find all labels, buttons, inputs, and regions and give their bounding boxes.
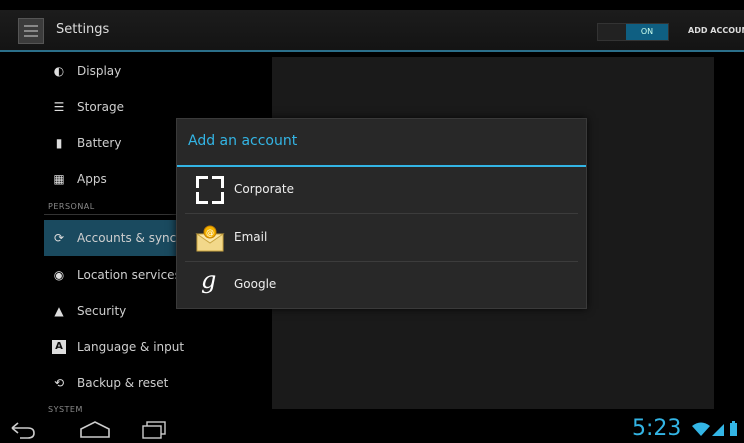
settings-icon[interactable] (18, 18, 44, 44)
battery-icon: ▮ (55, 136, 63, 150)
back-icon (11, 422, 35, 439)
sidebar-item-label: Language & input (77, 340, 185, 354)
account-option-corporate[interactable]: Corporate (177, 167, 586, 213)
display-icon: ◐ (53, 64, 65, 78)
account-option-label: Email (234, 230, 268, 244)
sidebar-item-language[interactable]: A Language & input (44, 332, 274, 362)
lock-icon: ▲ (54, 304, 64, 318)
sidebar-item-label: Backup & reset (77, 376, 169, 390)
sidebar-item-backup[interactable]: ⟲ Backup & reset (44, 368, 274, 398)
language-icon: A (52, 340, 66, 354)
recent-apps-button[interactable] (140, 419, 170, 439)
storage-icon: ☰ (53, 100, 65, 114)
toggle-on-label: ON (626, 24, 668, 40)
location-icon: ◉ (53, 268, 65, 282)
app-title: Settings (56, 22, 110, 37)
home-button[interactable] (78, 419, 110, 439)
battery-status-icon (730, 421, 737, 436)
dialog-title: Add an account (188, 133, 298, 149)
sidebar-item-label: Storage (77, 100, 124, 114)
sidebar-item-label: Security (77, 304, 127, 318)
status-clock: 5:23 (632, 416, 682, 441)
apps-icon: ▦ (53, 172, 65, 186)
sync-toggle[interactable]: ON (597, 23, 669, 41)
action-bar: Settings ON ADD ACCOUNT (0, 10, 744, 52)
add-account-dialog: Add an account Corporate @ Email g Googl… (176, 118, 587, 309)
option-divider (185, 213, 578, 214)
account-option-google[interactable]: g Google (177, 262, 586, 308)
status-icons (690, 420, 744, 438)
home-icon (80, 421, 110, 438)
section-header-personal: PERSONAL (48, 202, 95, 211)
section-header-system: SYSTEM (48, 405, 83, 414)
corporate-icon (196, 176, 224, 204)
account-option-label: Corporate (234, 182, 294, 196)
svg-text:@: @ (206, 228, 214, 237)
sidebar-item-display[interactable]: ◐ Display (44, 56, 274, 86)
google-icon: g (201, 266, 217, 294)
recent-apps-icon (142, 421, 166, 439)
backup-icon: ⟲ (53, 376, 65, 390)
email-icon: @ (195, 223, 225, 253)
sidebar-item-label: Location services (77, 268, 181, 282)
back-button[interactable] (8, 419, 38, 439)
sidebar-item-label: Apps (77, 172, 107, 186)
sidebar-item-label: Battery (77, 136, 122, 150)
sync-icon: ⟳ (53, 231, 65, 245)
sidebar-item-label: Accounts & sync (77, 231, 177, 245)
account-option-email[interactable]: @ Email (177, 215, 586, 261)
wifi-icon (692, 422, 710, 436)
add-account-button[interactable]: ADD ACCOUNT (688, 26, 744, 35)
sidebar-item-label: Display (77, 64, 122, 78)
signal-icon (712, 424, 724, 436)
account-option-label: Google (234, 277, 277, 291)
